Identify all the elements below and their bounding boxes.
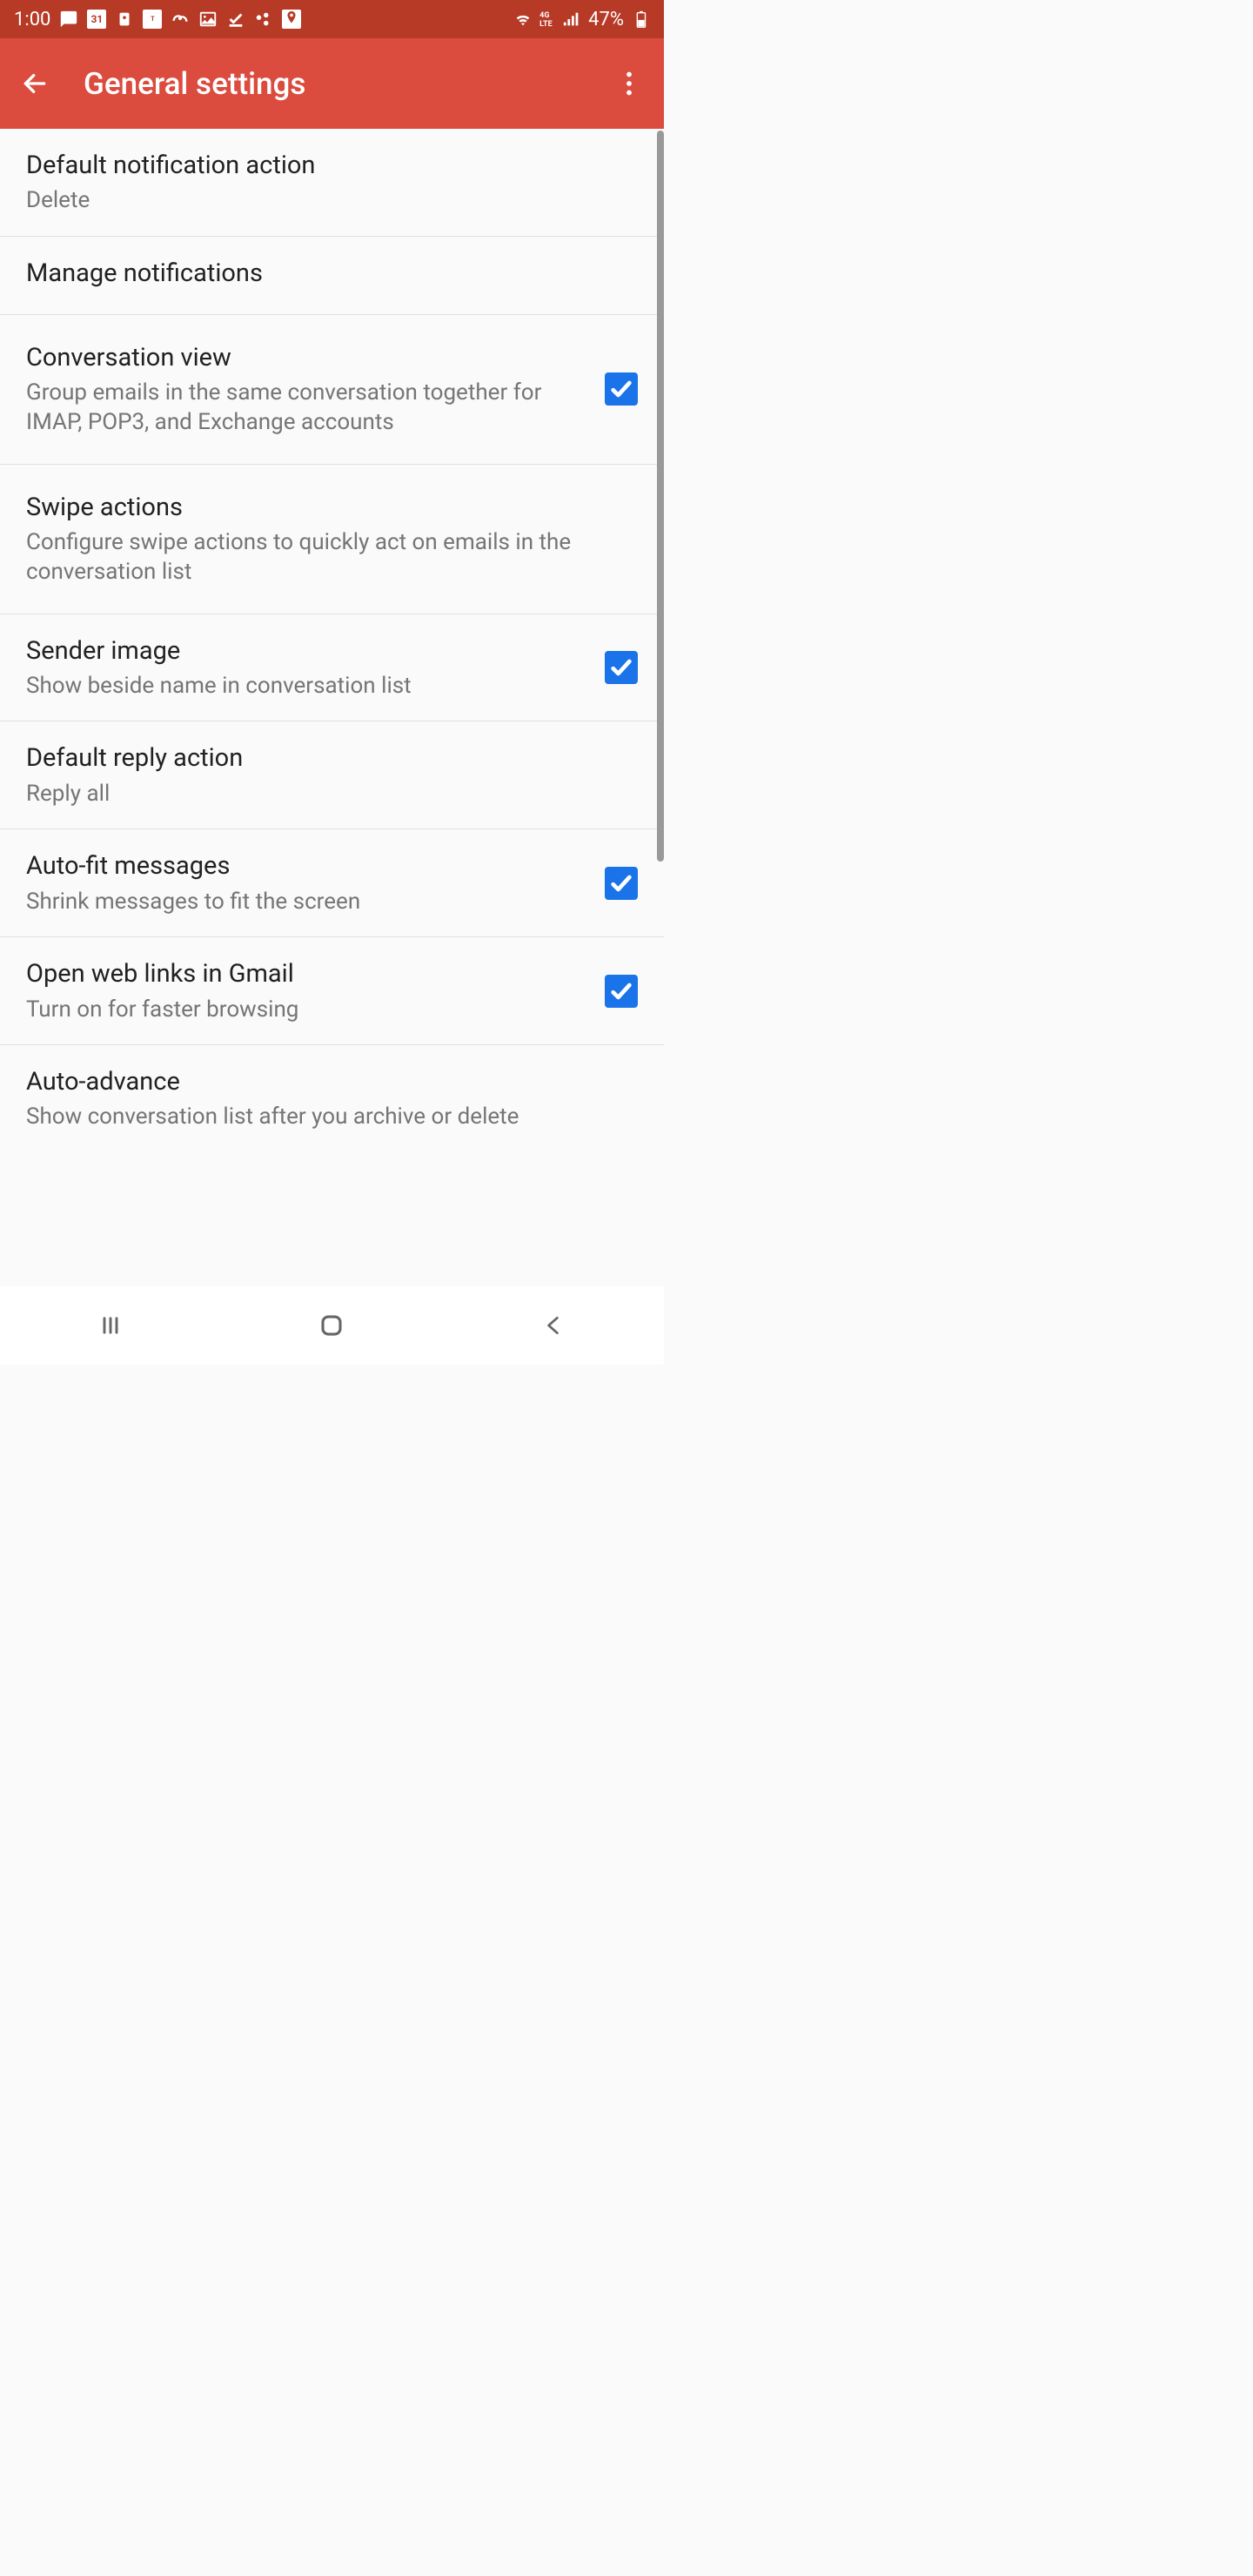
setting-title: Sender image <box>26 634 591 668</box>
setting-subtitle: Group emails in the same conversation to… <box>26 379 591 438</box>
setting-auto-fit-messages[interactable]: Auto-fit messages Shrink messages to fit… <box>0 829 664 937</box>
scrollbar[interactable] <box>657 131 664 862</box>
setting-open-web-links[interactable]: Open web links in Gmail Turn on for fast… <box>0 937 664 1045</box>
conversation-view-checkbox[interactable] <box>605 372 638 406</box>
status-left: 1:00 31 T <box>14 9 301 30</box>
check-icon <box>226 10 245 29</box>
setting-default-reply-action[interactable]: Default reply action Reply all <box>0 721 664 829</box>
setting-subtitle: Show beside name in conversation list <box>26 672 591 701</box>
arrow-left-icon <box>21 70 49 97</box>
cup-icon <box>115 10 134 29</box>
auto-fit-checkbox[interactable] <box>605 867 638 900</box>
app-bar: General settings <box>0 38 664 129</box>
message-icon <box>59 10 78 29</box>
setting-default-notification-action[interactable]: Default notification action Delete <box>0 129 664 237</box>
setting-subtitle: Turn on for faster browsing <box>26 996 591 1025</box>
check-icon <box>609 377 633 401</box>
setting-title: Conversation view <box>26 341 591 375</box>
back-button[interactable] <box>14 63 56 104</box>
check-icon <box>609 871 633 896</box>
setting-subtitle: Show conversation list after you archive… <box>26 1103 624 1132</box>
tmobile-icon: T <box>143 10 162 29</box>
page-title: General settings <box>84 66 608 102</box>
recent-apps-button[interactable] <box>76 1304 145 1347</box>
image-icon <box>198 10 218 29</box>
status-bar: 1:00 31 T 4GLTE 47% <box>0 0 664 38</box>
setting-title: Auto-advance <box>26 1065 624 1099</box>
setting-subtitle: Delete <box>26 186 624 216</box>
check-icon <box>609 979 633 1003</box>
check-icon <box>609 655 633 680</box>
status-right: 4GLTE 47% <box>513 9 650 30</box>
setting-title: Default notification action <box>26 149 624 183</box>
lte-icon: 4GLTE <box>539 11 555 27</box>
wifi-icon <box>513 10 533 29</box>
setting-manage-notifications[interactable]: Manage notifications <box>0 237 664 315</box>
status-time: 1:00 <box>14 9 50 30</box>
sender-image-checkbox[interactable] <box>605 651 638 684</box>
setting-conversation-view[interactable]: Conversation view Group emails in the sa… <box>0 315 664 465</box>
setting-subtitle: Reply all <box>26 780 624 809</box>
setting-title: Swipe actions <box>26 491 624 525</box>
settings-list: Default notification action Delete Manag… <box>0 129 664 1152</box>
setting-sender-image[interactable]: Sender image Show beside name in convers… <box>0 614 664 722</box>
open-web-links-checkbox[interactable] <box>605 975 638 1008</box>
battery-icon <box>631 10 650 29</box>
overflow-menu-button[interactable] <box>608 63 650 104</box>
alibaba-icon <box>171 10 190 29</box>
setting-title: Manage notifications <box>26 257 624 291</box>
home-icon <box>318 1312 345 1338</box>
setting-subtitle: Configure swipe actions to quickly act o… <box>26 528 624 587</box>
back-nav-button[interactable] <box>519 1304 588 1347</box>
setting-title: Auto-fit messages <box>26 849 591 883</box>
more-vert-icon <box>626 71 633 96</box>
home-button[interactable] <box>297 1304 366 1347</box>
signal-icon <box>562 10 581 29</box>
setting-auto-advance[interactable]: Auto-advance Show conversation list afte… <box>0 1045 664 1152</box>
android-nav-bar <box>0 1286 664 1365</box>
battery-percent: 47% <box>588 9 624 30</box>
setting-subtitle: Shrink messages to fit the screen <box>26 888 591 917</box>
back-icon <box>542 1314 565 1337</box>
recent-icon <box>98 1313 123 1338</box>
maps-icon <box>282 10 301 29</box>
setting-title: Open web links in Gmail <box>26 957 591 991</box>
calendar-icon: 31 <box>87 10 106 29</box>
dots-icon <box>254 10 273 29</box>
setting-title: Default reply action <box>26 741 624 775</box>
setting-swipe-actions[interactable]: Swipe actions Configure swipe actions to… <box>0 465 664 614</box>
